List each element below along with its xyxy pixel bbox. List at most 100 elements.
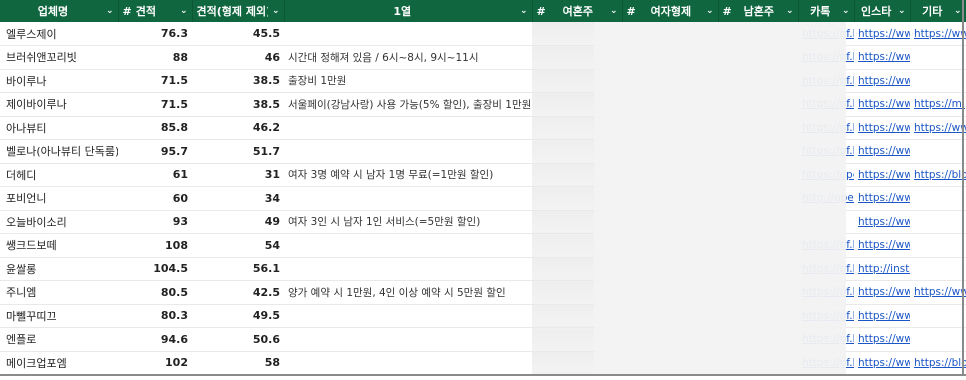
blurred-columns <box>594 22 846 374</box>
chevron-down-icon[interactable]: ⌄ <box>898 6 906 16</box>
etc-link <box>910 69 966 93</box>
insta-link[interactable]: https://ww <box>854 327 910 352</box>
quote-cell: 108 <box>118 233 192 258</box>
header-men-total[interactable]: # 남혼주 ⌄ <box>718 0 799 22</box>
insta-link[interactable]: https://ww <box>854 351 910 375</box>
etc-link <box>910 186 966 211</box>
header-women-total[interactable]: # 여혼주 ⌄ <box>532 0 623 22</box>
header-etc[interactable]: 기타 ⌄ <box>910 0 966 22</box>
chevron-down-icon[interactable]: ⌄ <box>954 6 962 16</box>
header-women-sibling[interactable]: # 여자형제 ⌄ <box>622 0 719 22</box>
company-cell: 메이크업포엠 <box>0 351 118 375</box>
memo-cell: 여자 3명 예약 시 남자 1명 무료(=1만원 할인) <box>284 163 532 187</box>
header-row: 업체명 ⌄ # 견적 ⌄ 견적(형제 제외) ⌄ 1열 ⌄ # 여혼주 ⌄ # 여자형제 ⌄ # 남… <box>0 0 966 22</box>
memo-cell: 양가 예약 시 1만원, 4인 이상 예약 시 5만원 할인 <box>284 280 532 305</box>
chevron-down-icon[interactable]: ⌄ <box>272 6 280 16</box>
etc-link[interactable]: https://blo <box>910 351 966 375</box>
quote-cell: 93 <box>118 210 192 234</box>
insta-link[interactable]: https://ww <box>854 45 910 70</box>
number-type-icon: # <box>722 4 732 18</box>
chevron-down-icon[interactable]: ⌄ <box>180 6 188 16</box>
company-cell: 엔플로 <box>0 327 118 352</box>
number-type-icon: # <box>122 4 132 18</box>
quote-ex-cell: 56.1 <box>192 257 284 281</box>
etc-link <box>910 327 966 352</box>
insta-link[interactable]: https://ww <box>854 139 910 164</box>
chevron-down-icon[interactable]: ⌄ <box>786 6 794 16</box>
insta-link[interactable]: https://ww <box>854 233 910 258</box>
quote-ex-cell: 49.5 <box>192 304 284 328</box>
header-insta[interactable]: 인스타 ⌄ <box>854 0 911 22</box>
quote-cell: 76.3 <box>118 22 192 46</box>
chevron-down-icon[interactable]: ⌄ <box>610 6 618 16</box>
quote-ex-cell: 34 <box>192 186 284 211</box>
quote-ex-cell: 46.2 <box>192 116 284 140</box>
etc-link <box>910 210 966 234</box>
memo-cell: 시간대 정해져 있음 / 6시~8시, 9시~11시 <box>284 45 532 70</box>
spreadsheet: 업체명 ⌄ # 견적 ⌄ 견적(형제 제외) ⌄ 1열 ⌄ # 여혼주 ⌄ # 여자형제 ⌄ # 남… <box>0 0 966 380</box>
quote-ex-cell: 49 <box>192 210 284 234</box>
quote-cell: 94.6 <box>118 327 192 352</box>
header-company[interactable]: 업체명 ⌄ <box>0 0 119 22</box>
memo-cell <box>284 351 532 375</box>
header-quote[interactable]: # 견적 ⌄ <box>118 0 193 22</box>
memo-cell <box>284 327 532 352</box>
insta-link[interactable]: https://ww <box>854 22 910 46</box>
sheet-bottom-border <box>0 374 966 376</box>
memo-cell: 서울페이(강남사랑) 사용 가능(5% 할인), 출장비 1만원 <box>284 92 532 117</box>
insta-link[interactable]: https://ww <box>854 210 910 234</box>
etc-link[interactable]: https://ww <box>910 280 966 305</box>
insta-link[interactable]: https://ww <box>854 92 910 117</box>
company-cell: 브러쉬앤꼬리빗 <box>0 45 118 70</box>
insta-link[interactable]: https://ww <box>854 304 910 328</box>
company-cell: 더헤디 <box>0 163 118 187</box>
header-quote-ex[interactable]: 견적(형제 제외) ⌄ <box>192 0 285 22</box>
company-cell: 오늘바이소리 <box>0 210 118 234</box>
etc-link[interactable]: https://blo <box>910 163 966 187</box>
company-cell: 엘루스제이 <box>0 22 118 46</box>
quote-ex-cell: 38.5 <box>192 92 284 117</box>
insta-link[interactable]: https://ww <box>854 116 910 140</box>
quote-cell: 102 <box>118 351 192 375</box>
chevron-down-icon[interactable]: ⌄ <box>520 6 528 16</box>
etc-link <box>910 233 966 258</box>
etc-link <box>910 45 966 70</box>
quote-ex-cell: 45.5 <box>192 22 284 46</box>
quote-ex-cell: 46 <box>192 45 284 70</box>
insta-link[interactable]: https://ww <box>854 280 910 305</box>
memo-cell <box>284 233 532 258</box>
sheet-right-border <box>962 0 964 376</box>
quote-cell: 80.3 <box>118 304 192 328</box>
quote-cell: 80.5 <box>118 280 192 305</box>
quote-ex-cell: 31 <box>192 163 284 187</box>
chevron-down-icon[interactable]: ⌄ <box>106 6 114 16</box>
insta-link[interactable]: https://ww <box>854 163 910 187</box>
company-cell: 아나뷰티 <box>0 116 118 140</box>
chevron-down-icon[interactable]: ⌄ <box>706 6 714 16</box>
quote-cell: 60 <box>118 186 192 211</box>
memo-cell: 출장비 1만원 <box>284 69 532 93</box>
memo-cell <box>284 304 532 328</box>
quote-cell: 85.8 <box>118 116 192 140</box>
memo-cell <box>284 116 532 140</box>
insta-link[interactable]: https://ww <box>854 186 910 211</box>
header-kakao[interactable]: 카톡 ⌄ <box>798 0 855 22</box>
etc-link[interactable]: https://m.p <box>910 92 966 117</box>
etc-link[interactable]: https://ww <box>910 22 966 46</box>
company-cell: 포비언니 <box>0 186 118 211</box>
company-cell: 주니엠 <box>0 280 118 305</box>
quote-cell: 104.5 <box>118 257 192 281</box>
insta-link[interactable]: https://ww <box>854 69 910 93</box>
quote-cell: 61 <box>118 163 192 187</box>
quote-ex-cell: 54 <box>192 233 284 258</box>
quote-ex-cell: 50.6 <box>192 327 284 352</box>
company-cell: 바이루나 <box>0 69 118 93</box>
etc-link[interactable]: https://ww <box>910 116 966 140</box>
header-group1[interactable]: 1열 ⌄ <box>284 0 533 22</box>
company-cell: 쌩크드보떼 <box>0 233 118 258</box>
number-type-icon: # <box>536 4 546 18</box>
chevron-down-icon[interactable]: ⌄ <box>842 6 850 16</box>
insta-link[interactable]: http://insta <box>854 257 910 281</box>
etc-link <box>910 257 966 281</box>
quote-cell: 88 <box>118 45 192 70</box>
